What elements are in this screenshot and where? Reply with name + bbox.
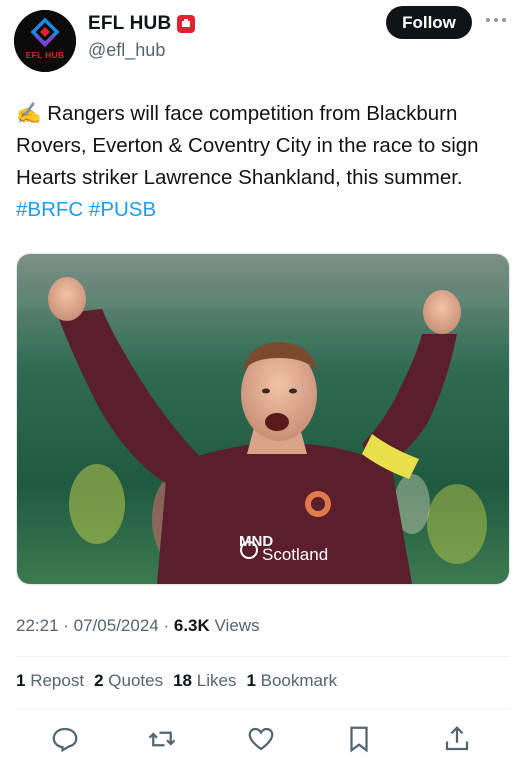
follow-button[interactable]: Follow [386,6,472,39]
shirt-sponsor-scotland: Scotland [262,545,328,564]
views-label: Views [214,616,260,635]
avatar[interactable]: EFL HUB [14,10,76,72]
avatar-label: EFL HUB [25,50,65,60]
bookmark-icon[interactable] [344,724,374,754]
tweet-body: Rangers will face competition from Black… [16,102,479,189]
affiliate-badge-icon [177,15,196,33]
share-icon[interactable] [442,724,472,754]
author-name-row: EFL HUB [88,13,196,35]
bookmarks-stat[interactable]: 1 Bookmark [246,671,337,691]
efl-hub-logo [14,10,76,72]
more-options-icon[interactable] [484,14,508,26]
tweet-time[interactable]: 22:21 [16,616,59,635]
reposts-stat[interactable]: 1 Repost [16,671,84,691]
divider-bottom [16,708,508,709]
engagement-stats: 1 Repost 2 Quotes 18 Likes 1 Bookmark [16,671,337,691]
tweet-text: ✍️ Rangers will face competition from Bl… [16,98,508,226]
tweet-meta: 22:21 · 07/05/2024 · 6.3K Views [16,616,260,635]
likes-stat[interactable]: 18 Likes [173,671,236,691]
author-handle[interactable]: @efl_hub [88,40,165,61]
writing-hand-emoji: ✍️ [16,102,42,125]
celebrating-player-photo: MND Scotland [17,254,509,584]
quotes-stat[interactable]: 2 Quotes [94,671,163,691]
tweet-date[interactable]: 07/05/2024 [74,616,159,635]
reply-icon[interactable] [50,724,80,754]
repost-icon[interactable] [147,724,177,754]
author-display-name[interactable]: EFL HUB [88,13,171,35]
action-bar [0,720,524,758]
tweet-media-image[interactable]: MND Scotland [16,253,510,585]
views-count: 6.3K [173,616,210,635]
hashtag-pusb[interactable]: #PUSB [89,198,156,221]
divider-top [16,656,508,657]
hashtag-brfc[interactable]: #BRFC [16,198,83,221]
like-icon[interactable] [246,724,276,754]
